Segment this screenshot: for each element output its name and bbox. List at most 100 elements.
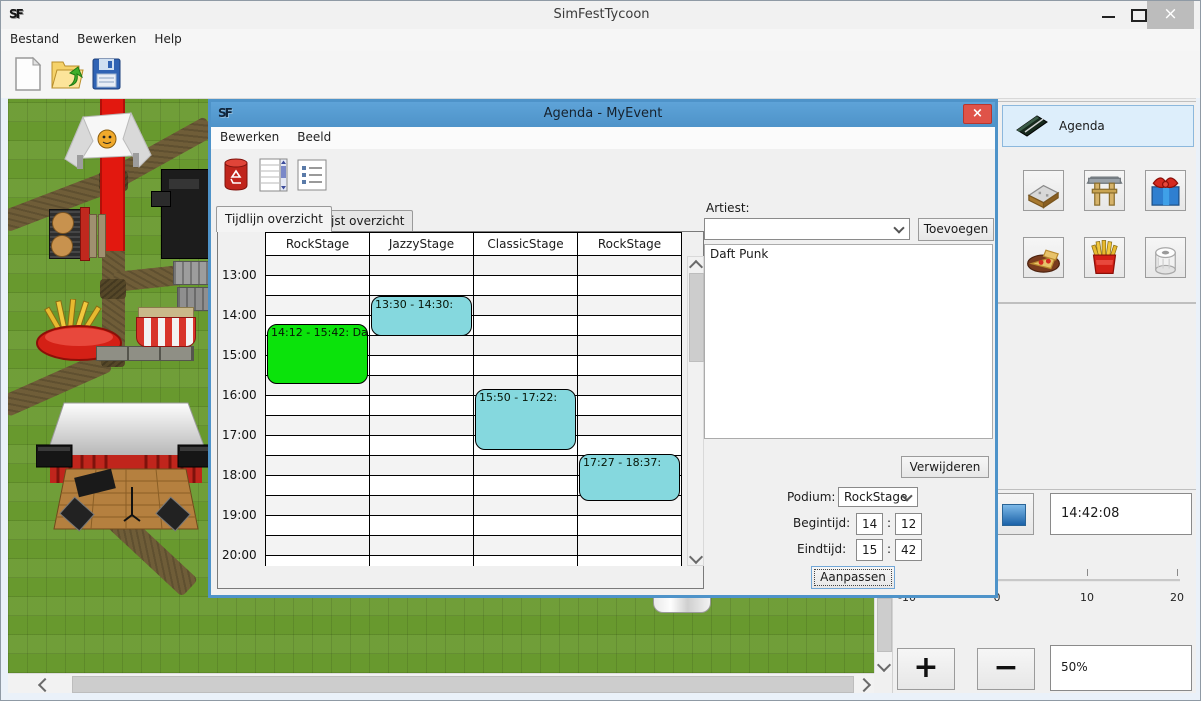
stand-table [89, 214, 104, 256]
main-menu-bewerken[interactable]: Bewerken [68, 29, 145, 50]
start-hour-value: 14 [862, 517, 877, 531]
info-panel [997, 303, 1197, 490]
main-menu-bestand[interactable]: Bestand [1, 29, 68, 50]
timeline-view-button[interactable] [259, 157, 289, 193]
end-time-label: Eindtijd: [797, 542, 846, 556]
toilet-paper-icon [1146, 238, 1185, 277]
path-tile-icon [1024, 171, 1063, 210]
tent [63, 111, 153, 173]
hour-label: 18:00 [222, 468, 264, 482]
map-horizontal-scrollbar[interactable] [8, 673, 874, 694]
slider-tick [1087, 569, 1088, 576]
shop-item-path-tile[interactable] [1023, 170, 1064, 211]
stage-column-header: JazzyStage [369, 232, 474, 256]
save-button[interactable] [89, 56, 125, 94]
trash-icon [222, 157, 250, 193]
hour-label: 17:00 [222, 428, 264, 442]
open-file-icon [49, 56, 85, 92]
new-file-icon [11, 56, 45, 92]
agenda-dialog: SF Agenda - MyEvent × BewerkenBeeld [208, 99, 998, 598]
shop-item-gift[interactable] [1145, 170, 1186, 211]
dialog-menu-bewerken[interactable]: Bewerken [211, 127, 288, 148]
end-time-separator: : [887, 542, 891, 556]
window-border-bottom [1, 693, 1201, 701]
main-toolbar [1, 51, 1201, 99]
stage-column-header: ClassicStage [473, 232, 578, 256]
schedule-event-jazzystage[interactable]: 13:30 - 14:30: [371, 296, 472, 336]
tab-tijdlijn-overzicht[interactable]: Tijdlijn overzicht [216, 206, 332, 232]
window-border-left [1, 98, 8, 693]
main-stage [36, 399, 216, 589]
minus-label: − [993, 650, 1018, 685]
agenda-button-label: Agenda [1059, 119, 1105, 133]
schedule-grid: 13:0014:0015:0016:0017:0018:0019:0020:00… [217, 231, 704, 589]
artist-list[interactable]: Daft Punk [704, 244, 993, 439]
zoom-out-button[interactable]: − [977, 648, 1035, 690]
clock-display: 14:42:08 [1050, 493, 1192, 535]
schedule-event-classicstage[interactable]: 15:50 - 17:22: [475, 389, 576, 450]
fries-icon [1085, 238, 1124, 277]
stage-column-header: RockStage [265, 232, 370, 256]
gift-icon [1146, 171, 1185, 210]
open-file-button[interactable] [49, 56, 85, 94]
titlebar: SF SimFestTycoon × [1, 1, 1201, 30]
hour-label: 16:00 [222, 388, 264, 402]
save-icon [89, 56, 123, 92]
zoom-level-field[interactable]: 50% [1050, 645, 1192, 691]
shop-item-toilet-paper[interactable] [1145, 237, 1186, 278]
serving-tray [96, 346, 194, 361]
slider-label: 20 [1157, 591, 1197, 604]
agenda-button[interactable]: Agenda [1002, 105, 1194, 147]
window-title: SimFestTycoon [1, 7, 1201, 22]
main-menu-help[interactable]: Help [145, 29, 190, 50]
artist-list-item[interactable]: Daft Punk [705, 245, 992, 263]
end-minute-field[interactable]: 42 [895, 539, 922, 561]
shop-item-gate[interactable] [1084, 170, 1125, 211]
hour-label: 13:00 [222, 268, 264, 282]
schedule-event-rockstage[interactable]: 17:27 - 18:37: [579, 454, 680, 501]
burger-stand [49, 207, 89, 259]
hour-label: 20:00 [222, 548, 264, 562]
close-button[interactable]: × [1147, 1, 1194, 29]
start-minute-field[interactable]: 12 [895, 513, 922, 535]
add-artist-button[interactable]: Toevoegen [918, 218, 994, 241]
clock-value: 14:42:08 [1061, 506, 1119, 521]
end-hour-field[interactable]: 15 [856, 539, 883, 561]
slider-tick [1177, 569, 1178, 576]
delete-trash-button[interactable] [222, 157, 250, 193]
new-file-button[interactable] [11, 56, 47, 94]
stage-column-header: RockStage [577, 232, 682, 256]
apply-button[interactable]: Aanpassen [811, 566, 895, 589]
shop-item-pizza[interactable] [1023, 237, 1064, 278]
start-hour-field[interactable]: 14 [856, 513, 883, 535]
timeline-grid-body[interactable]: 14:12 - 15:42: Daft Punk13:30 - 14:30: 15… [265, 256, 682, 566]
list-view-button[interactable] [297, 157, 327, 193]
podium-combo[interactable]: RockStage [838, 487, 918, 507]
dialog-toolbar [211, 149, 995, 205]
minimize-button[interactable] [1093, 1, 1123, 29]
pizza-icon [1024, 238, 1063, 277]
start-minute-value: 12 [901, 517, 916, 531]
dialog-titlebar[interactable]: SF Agenda - MyEvent × [211, 102, 995, 127]
gate-icon [1085, 171, 1124, 210]
dialog-close-button[interactable]: × [963, 104, 992, 124]
dialog-menu-beeld[interactable]: Beeld [288, 127, 340, 148]
artist-label: Artiest: [706, 201, 750, 215]
striped-stand [136, 307, 194, 347]
time-gutter: 13:0014:0015:0016:0017:0018:0019:0020:00 [218, 232, 265, 588]
artist-combo[interactable] [704, 218, 910, 240]
hour-label: 14:00 [222, 308, 264, 322]
grid-vertical-scrollbar[interactable] [687, 256, 704, 566]
dialog-title: Agenda - MyEvent [211, 106, 995, 121]
schedule-event-rockstage[interactable]: 14:12 - 15:42: Daft Punk [267, 324, 368, 384]
zoom-level-value: 50% [1061, 660, 1088, 674]
list-view-icon [297, 157, 327, 193]
window-border-right [1196, 98, 1201, 693]
remove-artist-button[interactable]: Verwijderen [901, 456, 989, 478]
shop-panel: Agenda [997, 101, 1197, 303]
dialog-menubar: BewerkenBeeld [211, 127, 995, 150]
zoom-in-button[interactable]: + [897, 648, 955, 690]
small-tent-sprite [653, 597, 711, 613]
slider-label: 10 [1067, 591, 1107, 604]
shop-item-fries[interactable] [1084, 237, 1125, 278]
